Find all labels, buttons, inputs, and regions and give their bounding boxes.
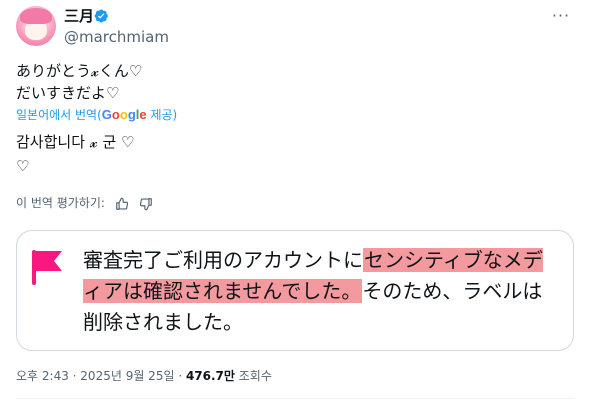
translation-prefix: 일본어에서 번역(	[16, 108, 102, 122]
avatar[interactable]	[16, 6, 56, 46]
meta-separator: ·	[68, 369, 81, 383]
view-count-label: 조회수	[234, 369, 272, 383]
notice-text: 審査完了ご利用のアカウントにセンシティブなメディアは確認されませんでした。そのた…	[83, 245, 559, 338]
display-name[interactable]: 三月	[64, 6, 94, 26]
tweet-date[interactable]: 2025년 9월 25일	[80, 369, 174, 383]
rate-translation-label: 이 번역 평가하기:	[16, 196, 105, 210]
media-notice-card[interactable]: 審査完了ご利用のアカウントにセンシティブなメディアは確認されませんでした。そのた…	[16, 230, 574, 351]
view-count: 476.7만	[185, 369, 235, 383]
handle[interactable]: @marchmiam	[64, 27, 169, 47]
translation-suffix: 제공)	[150, 108, 178, 122]
more-horizontal-icon[interactable]: ···	[550, 8, 572, 24]
thumbs-up-icon[interactable]	[115, 197, 129, 211]
thumbs-down-icon[interactable]	[139, 197, 153, 211]
rate-translation: 이 번역 평가하기:	[16, 194, 153, 214]
tweet-time[interactable]: 오후 2:43	[16, 369, 69, 383]
google-logo: Google	[101, 107, 147, 122]
translated-text: 감사합니다 𝔁 군 ♡ ♡	[16, 133, 135, 175]
divider	[16, 398, 574, 399]
meta-separator: ·	[174, 369, 186, 383]
translation-attribution[interactable]: 일본어에서 번역(Google 제공)	[16, 106, 177, 124]
flag-icon	[32, 250, 62, 285]
tweet-text: ありがとう𝔁くん♡ だいすきだよ♡	[16, 62, 143, 102]
notice-part1: 審査完了ご利用のアカウントに	[83, 248, 363, 272]
tweet-meta: 오후 2:43 · 2025년 9월 25일 · 476.7만 조회수	[16, 367, 272, 385]
tweet-header: 三月 @marchmiam ···	[16, 6, 574, 50]
verified-badge-icon	[94, 9, 108, 23]
